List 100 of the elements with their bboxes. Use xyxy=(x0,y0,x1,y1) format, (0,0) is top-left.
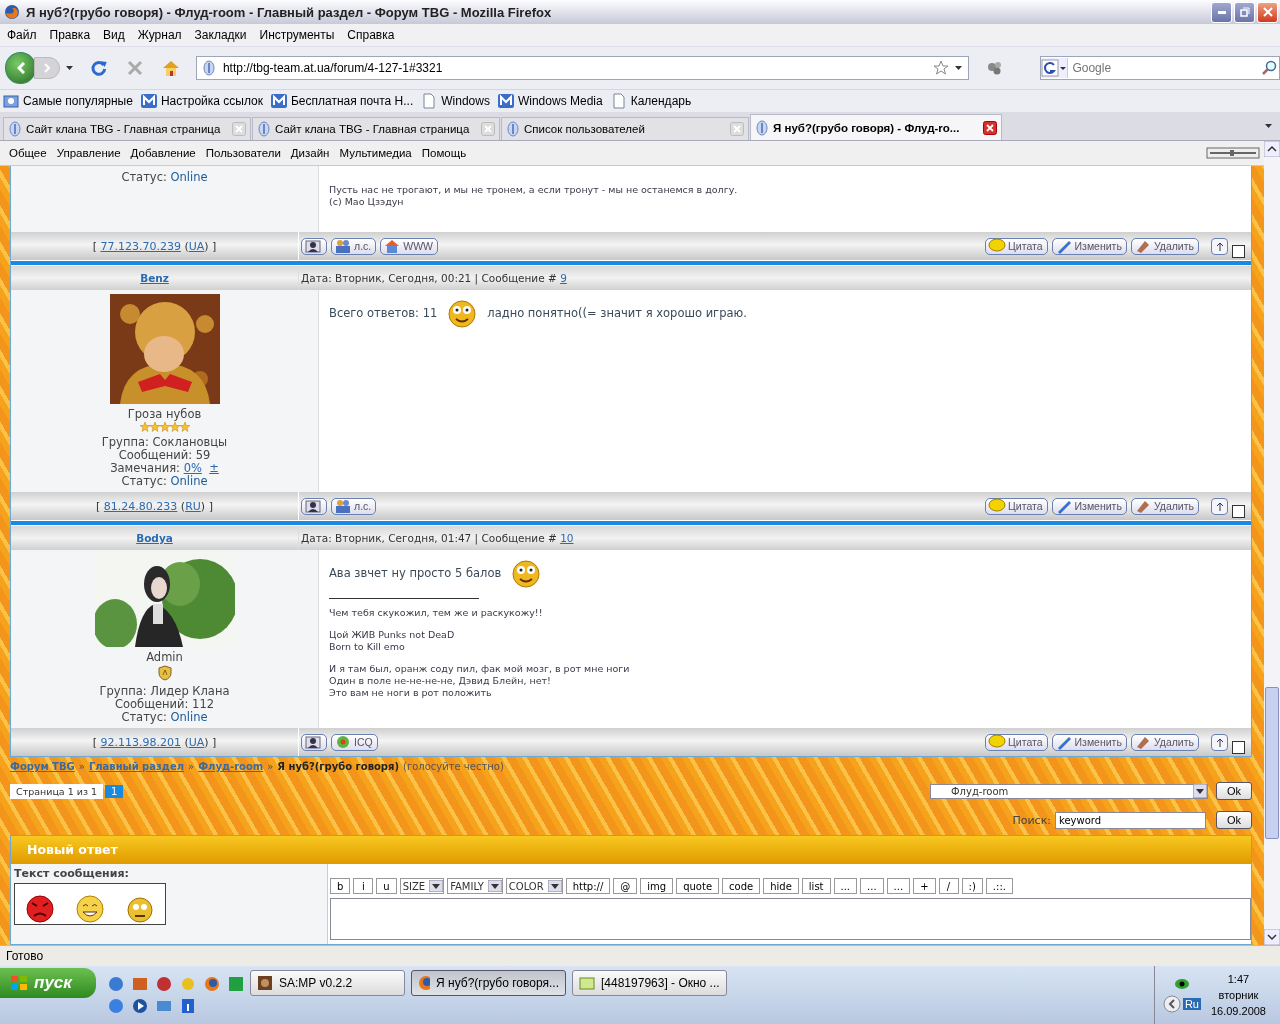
menu-item[interactable]: Закладки xyxy=(189,28,255,42)
message-textarea[interactable] xyxy=(330,898,1251,940)
app-icon[interactable] xyxy=(132,976,148,992)
ip-link[interactable]: UA xyxy=(188,239,205,253)
admin-menu-item[interactable]: Мультимедиа xyxy=(334,147,417,159)
browser-tab[interactable]: Я нуб?(грубо говоря) - Флуд-ro... xyxy=(750,114,1002,140)
firefox-icon[interactable] xyxy=(204,976,220,992)
forum-search-input[interactable]: keyword xyxy=(1055,811,1206,829)
search-button[interactable]: Ok xyxy=(1216,811,1252,829)
edit-button[interactable]: Изменить xyxy=(1051,237,1127,255)
format-button[interactable]: / xyxy=(938,878,959,894)
restore-button[interactable] xyxy=(1234,1,1255,23)
pm-button[interactable]: л.с. xyxy=(331,497,377,515)
close-button[interactable] xyxy=(1257,1,1278,23)
menu-item[interactable]: Журнал xyxy=(132,28,190,42)
format-button[interactable]: http:// xyxy=(565,878,611,894)
page-number[interactable]: 1 xyxy=(105,784,124,798)
author-link[interactable]: Benz xyxy=(140,272,169,284)
menu-item[interactable]: Вид xyxy=(98,28,133,42)
search-bar[interactable]: Google xyxy=(1040,56,1280,80)
format-button[interactable]: list xyxy=(801,878,831,894)
admin-menu-item[interactable]: Дизайн xyxy=(285,147,335,159)
home-icon[interactable] xyxy=(161,59,181,77)
www-button[interactable]: WWW xyxy=(380,237,438,255)
scroll-up-button[interactable] xyxy=(1211,733,1228,751)
app-icon[interactable] xyxy=(108,976,124,992)
menu-item[interactable]: Инструменты xyxy=(254,28,343,42)
browser-icon[interactable] xyxy=(108,998,124,1014)
quote-button[interactable]: Цитата xyxy=(985,237,1048,255)
desktop-icon[interactable] xyxy=(156,998,172,1014)
format-button[interactable]: + xyxy=(913,878,936,894)
search-engine-icon[interactable] xyxy=(1041,58,1069,78)
taskbar-button[interactable]: [448197963] - Окно ... xyxy=(572,970,727,996)
ip-link[interactable]: 81.24.80.233 xyxy=(103,499,178,513)
quote-button[interactable]: Цитата xyxy=(985,497,1048,515)
format-button[interactable]: :) xyxy=(961,878,983,894)
app-icon[interactable] xyxy=(228,976,244,992)
browser-tab[interactable]: Сайт клана TBG - Главная страница xyxy=(3,117,251,140)
history-caret-icon[interactable] xyxy=(66,66,73,70)
forum-select[interactable]: Флуд-room xyxy=(930,783,1208,799)
format-select[interactable]: COLOR xyxy=(505,878,563,894)
post-number-link[interactable]: 9 xyxy=(560,272,567,284)
format-button[interactable]: hide xyxy=(763,878,799,894)
format-button[interactable]: .::. xyxy=(985,878,1013,894)
format-button[interactable]: ... xyxy=(860,878,884,894)
info-icon[interactable] xyxy=(180,998,196,1014)
profile-button[interactable] xyxy=(301,237,327,255)
search-icon[interactable] xyxy=(1261,60,1277,76)
format-button[interactable]: b xyxy=(330,878,351,894)
menu-item[interactable]: Правка xyxy=(44,28,99,42)
addon-icon[interactable] xyxy=(986,60,1003,76)
icq-button[interactable]: ICQ xyxy=(331,733,378,751)
panel-toggle-icon[interactable] xyxy=(1206,146,1260,160)
menu-item[interactable]: Файл xyxy=(2,28,45,42)
format-button[interactable]: code xyxy=(722,878,761,894)
scroll-up-button[interactable] xyxy=(1211,237,1228,255)
admin-menu-item[interactable]: Помощь xyxy=(416,147,472,159)
admin-menu-item[interactable]: Управление xyxy=(51,147,126,159)
format-button[interactable]: img xyxy=(640,878,674,894)
remarks-toggle-link[interactable]: ± xyxy=(209,461,219,475)
bookmark[interactable]: Windows xyxy=(421,93,490,109)
post-number-link[interactable]: 10 xyxy=(560,532,574,544)
format-select[interactable]: SIZE xyxy=(399,878,445,894)
back-button[interactable] xyxy=(5,52,37,84)
address-input[interactable]: http://tbg-team.at.ua/forum/4-127-1#3321 xyxy=(222,61,927,75)
smiley-icon[interactable] xyxy=(125,894,155,924)
address-bar[interactable]: http://tbg-team.at.ua/forum/4-127-1#3321 xyxy=(195,56,969,80)
format-button[interactable]: @ xyxy=(613,878,638,894)
browser-tab[interactable]: Сайт клана TBG - Главная страница xyxy=(252,117,500,140)
bookmark[interactable]: Самые популярные xyxy=(3,93,133,109)
menu-item[interactable]: Справка xyxy=(342,28,403,42)
profile-button[interactable] xyxy=(301,497,327,515)
ip-link[interactable]: UA xyxy=(188,735,205,749)
admin-menu-item[interactable]: Пользователи xyxy=(200,147,286,159)
format-button[interactable]: ... xyxy=(886,878,911,894)
reload-icon[interactable] xyxy=(89,59,108,77)
format-button[interactable]: quote xyxy=(676,878,720,894)
select-checkbox[interactable] xyxy=(1232,740,1245,754)
select-checkbox[interactable] xyxy=(1232,504,1245,518)
select-checkbox[interactable] xyxy=(1232,244,1245,258)
app-icon[interactable] xyxy=(156,976,172,992)
bookmark[interactable]: Календарь xyxy=(610,93,692,109)
quote-button[interactable]: Цитата xyxy=(985,733,1048,751)
ip-link[interactable]: 92.113.98.201 xyxy=(100,735,181,749)
format-button[interactable]: u xyxy=(376,878,397,894)
format-select[interactable]: FAMILY xyxy=(447,878,503,894)
ip-link[interactable]: RU xyxy=(185,499,201,513)
minimize-button[interactable] xyxy=(1211,1,1232,23)
bookmark[interactable]: Бесплатная почта Н... xyxy=(270,93,414,109)
admin-menu-item[interactable]: Добавление xyxy=(125,147,201,159)
edit-button[interactable]: Изменить xyxy=(1051,497,1127,515)
language-indicator[interactable]: Ru xyxy=(1182,998,1201,1010)
dropdown-caret-icon[interactable] xyxy=(954,66,962,70)
format-button[interactable]: i xyxy=(353,878,374,894)
scrollbar-thumb[interactable] xyxy=(1265,687,1279,839)
delete-button[interactable]: Удалить xyxy=(1130,497,1199,515)
close-tab-icon[interactable] xyxy=(983,120,997,135)
ip-link[interactable]: 77.123.70.239 xyxy=(100,239,181,253)
delete-button[interactable]: Удалить xyxy=(1130,733,1199,751)
bookmark-star-icon[interactable] xyxy=(932,60,949,76)
